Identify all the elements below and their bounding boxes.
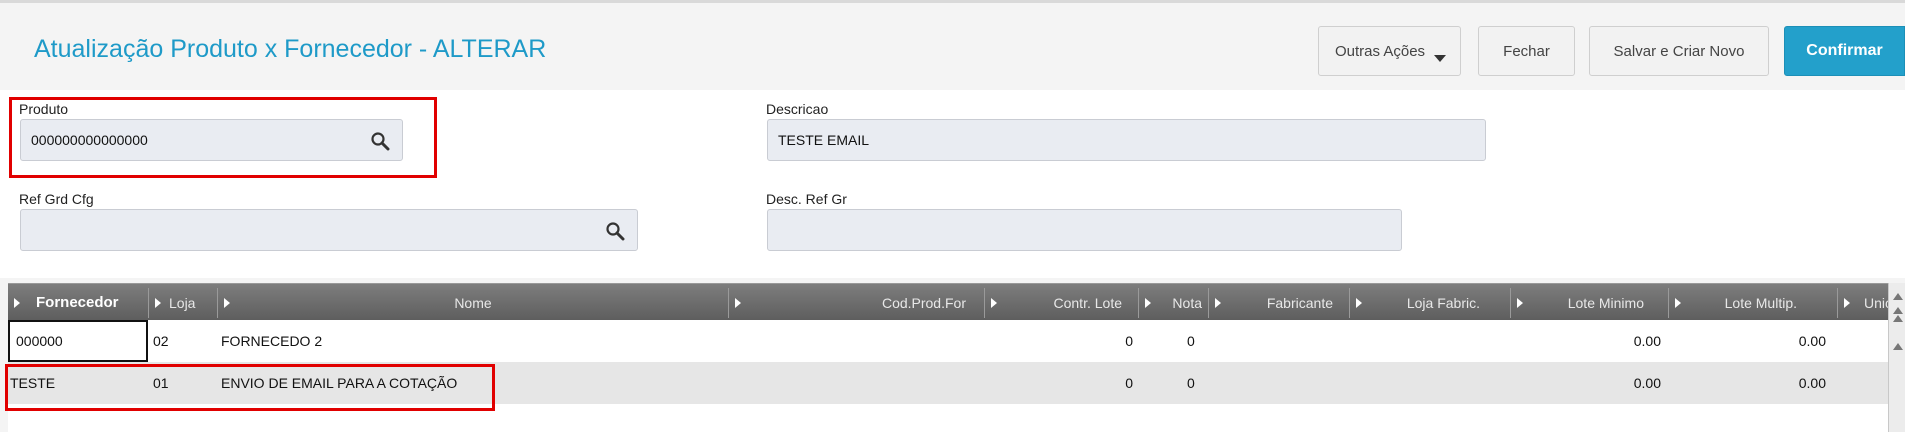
col-loja-fabric[interactable]: Loja Fabric. [1350, 284, 1510, 321]
col-lote-multip[interactable]: Lote Multip. [1669, 284, 1837, 321]
fechar-button[interactable]: Fechar [1478, 26, 1575, 76]
scroll-page-up-icon[interactable] [1893, 307, 1903, 314]
sort-arrow-icon [224, 298, 230, 308]
ref-grd-cfg-label: Ref Grd Cfg [19, 191, 94, 207]
scroll-up-icon[interactable] [1893, 343, 1903, 350]
col-lote-minimo[interactable]: Lote Minimo [1511, 284, 1668, 321]
descricao-field[interactable]: TESTE EMAIL [767, 119, 1486, 161]
desc-ref-gr-field[interactable] [767, 209, 1402, 251]
cell-contr-lote[interactable]: 0 [985, 320, 1133, 362]
col-fabricante[interactable]: Fabricante [1209, 284, 1349, 321]
col-loja[interactable]: Loja [149, 284, 217, 321]
search-icon[interactable] [605, 221, 625, 241]
cell-cod-prod-for[interactable] [729, 320, 976, 362]
cell-loja-fabric[interactable] [1354, 320, 1504, 362]
chevron-down-icon [1434, 55, 1446, 62]
cell-lote-multip[interactable]: 0.00 [1669, 320, 1826, 362]
confirmar-button[interactable]: Confirmar [1784, 26, 1905, 76]
ref-grd-cfg-field[interactable] [20, 209, 638, 251]
col-contr-lote[interactable]: Contr. Lote [985, 284, 1138, 321]
highlight-box [9, 97, 437, 178]
sort-arrow-icon [1145, 298, 1151, 308]
cell-contr-lote[interactable]: 0 [985, 362, 1133, 404]
salvar-criar-novo-button[interactable]: Salvar e Criar Novo [1589, 26, 1769, 76]
col-nome[interactable]: Nome [218, 284, 728, 321]
vertical-scrollbar[interactable] [1888, 283, 1905, 432]
cell-lote-minimo[interactable]: 0.00 [1511, 320, 1661, 362]
sort-arrow-icon [1356, 298, 1362, 308]
sort-arrow-icon [1517, 298, 1523, 308]
sort-arrow-icon [1675, 298, 1681, 308]
table-row[interactable]: 000000 02 FORNECEDO 2 0 0 0.00 0.00 [8, 320, 1888, 362]
outras-acoes-button[interactable]: Outras Ações [1318, 26, 1461, 76]
cell-loja[interactable]: 02 [153, 320, 213, 362]
sort-arrow-icon [1215, 298, 1221, 308]
screen: Atualização Produto x Fornecedor - ALTER… [0, 0, 1905, 432]
col-unic[interactable]: Unic [1838, 284, 1892, 321]
sort-arrow-icon [735, 298, 741, 308]
col-cod-prod-for[interactable]: Cod.Prod.For [729, 284, 984, 321]
cell-cod-prod-for[interactable] [729, 362, 976, 404]
scroll-page-up-icon[interactable] [1893, 315, 1903, 322]
descricao-label: Descricao [766, 101, 829, 117]
cell-lote-minimo[interactable]: 0.00 [1511, 362, 1661, 404]
outras-acoes-label: Outras Ações [1335, 42, 1426, 60]
cell-fabricante[interactable] [1213, 362, 1343, 404]
cell-loja-fabric[interactable] [1354, 362, 1504, 404]
cell-fabricante[interactable] [1213, 320, 1343, 362]
sort-arrow-icon [1844, 298, 1850, 308]
sort-arrow-icon [991, 298, 997, 308]
cell-lote-multip[interactable]: 0.00 [1669, 362, 1826, 404]
descricao-value: TESTE EMAIL [778, 132, 870, 148]
sort-arrow-icon [14, 298, 20, 308]
page-title: Atualização Produto x Fornecedor - ALTER… [34, 35, 547, 63]
scroll-up-icon[interactable] [1893, 293, 1903, 300]
grid-header: Fornecedor Loja Nome Cod.Prod.For Contr.… [8, 283, 1892, 321]
page-header: Atualização Produto x Fornecedor - ALTER… [0, 0, 1905, 90]
col-fornecedor[interactable]: Fornecedor [8, 284, 148, 321]
cell-fornecedor[interactable]: 000000 [8, 320, 148, 362]
sort-arrow-icon [155, 298, 161, 308]
highlight-box [5, 364, 495, 411]
col-nota[interactable]: Nota [1139, 284, 1208, 321]
cell-nome[interactable]: FORNECEDO 2 [221, 320, 721, 362]
desc-ref-gr-label: Desc. Ref Gr [766, 191, 847, 207]
